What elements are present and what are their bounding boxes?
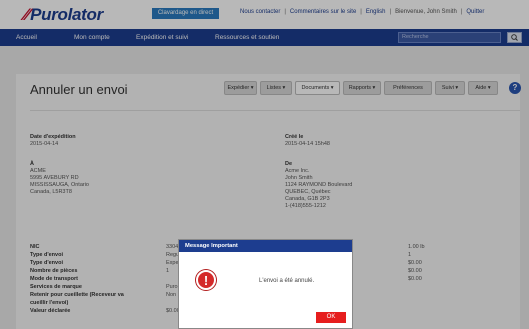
dialog-title: Message Important	[179, 240, 352, 252]
ok-button[interactable]: OK	[316, 312, 346, 323]
dialog-message: L'envoi a été annulé.	[259, 278, 315, 284]
message-dialog: Message Important ! L'envoi a été annulé…	[178, 239, 353, 329]
alert-icon: !	[196, 270, 216, 290]
